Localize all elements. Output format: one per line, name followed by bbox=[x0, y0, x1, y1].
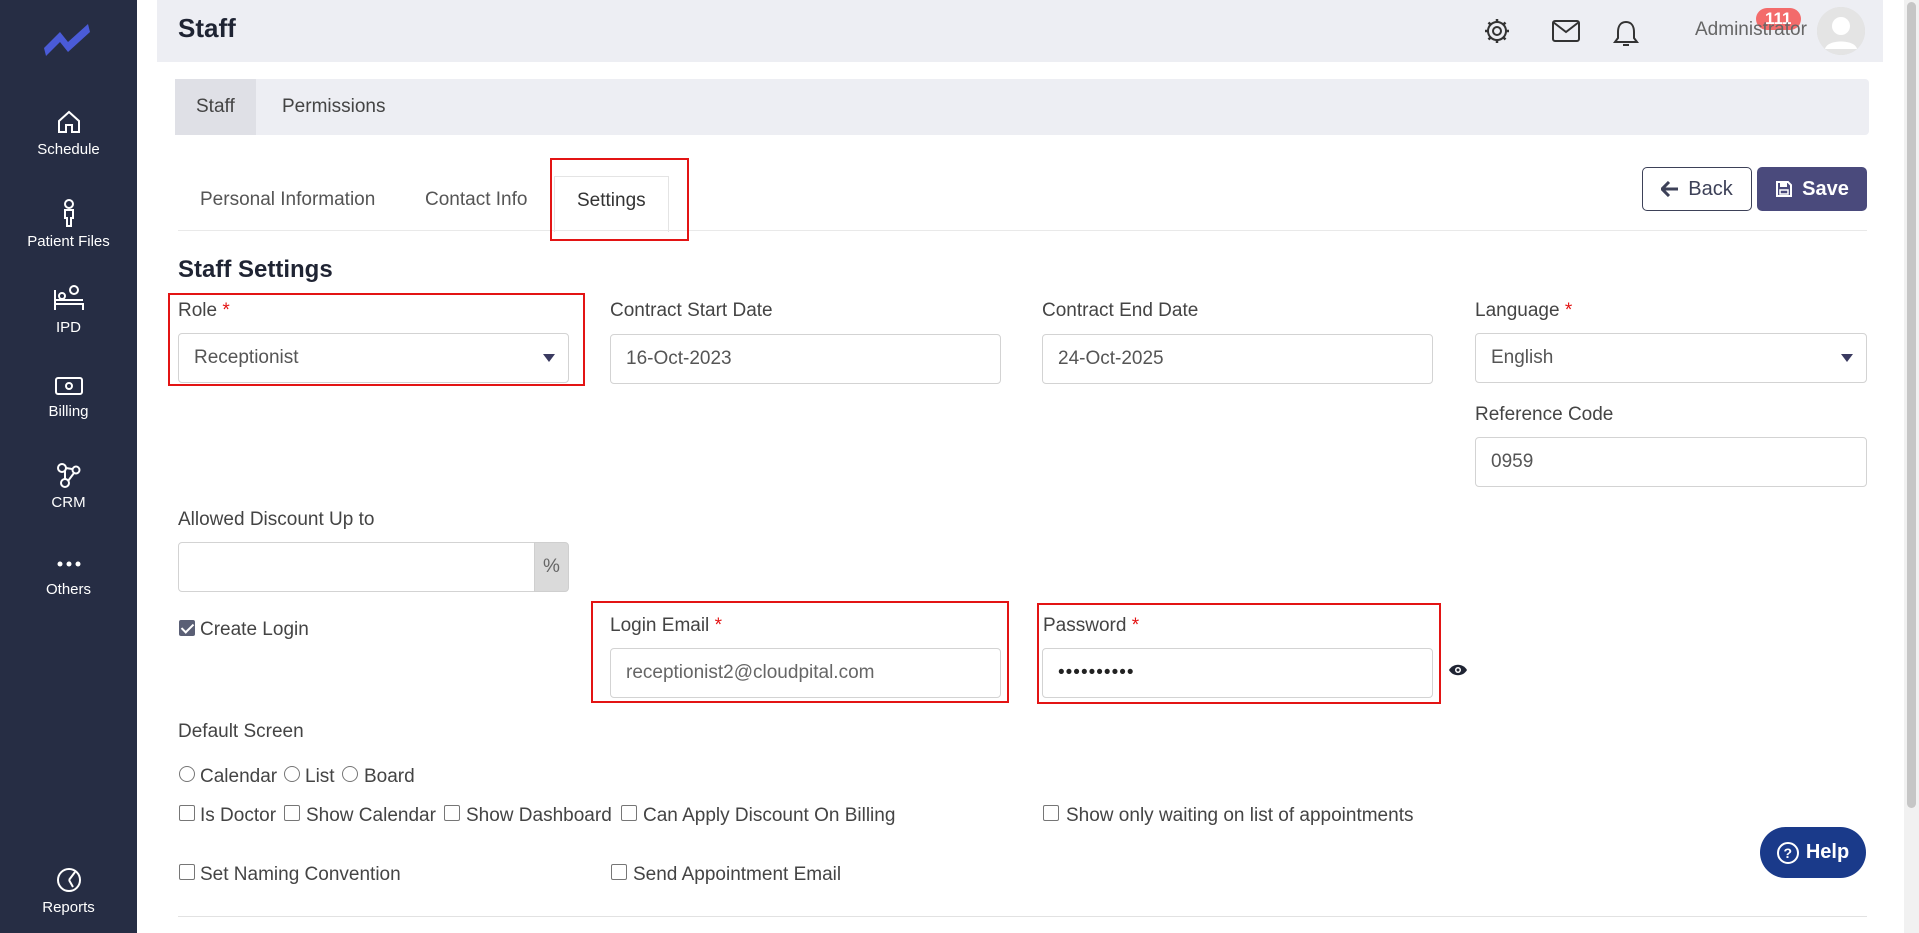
sidebar-item-others[interactable]: Others bbox=[0, 552, 137, 598]
percent-addon: % bbox=[534, 542, 569, 592]
eye-icon[interactable] bbox=[1448, 663, 1468, 677]
language-select[interactable]: English bbox=[1475, 333, 1867, 383]
board-radio[interactable] bbox=[342, 766, 358, 782]
show-calendar-label: Show Calendar bbox=[306, 805, 436, 826]
tab-permissions[interactable]: Permissions bbox=[261, 79, 406, 135]
create-login-label: Create Login bbox=[200, 619, 309, 640]
user-name[interactable]: Administrator bbox=[1695, 19, 1807, 41]
highlight-box bbox=[168, 293, 585, 386]
back-button[interactable]: Back bbox=[1642, 167, 1752, 211]
sidebar-item-billing[interactable]: Billing bbox=[0, 374, 137, 420]
sidebar-item-reports[interactable]: Reports bbox=[0, 866, 137, 916]
app-logo[interactable] bbox=[40, 18, 96, 56]
show-calendar-checkbox[interactable] bbox=[284, 805, 300, 821]
divider bbox=[178, 916, 1867, 917]
language-label: Language * bbox=[1475, 300, 1573, 321]
sidebar-item-schedule[interactable]: Schedule bbox=[0, 108, 137, 158]
more-icon bbox=[57, 561, 80, 567]
sidebar-item-label: Others bbox=[45, 581, 91, 598]
sidebar-item-label: IPD bbox=[55, 319, 81, 336]
sidebar-item-patient-files[interactable]: Patient Files bbox=[0, 198, 137, 250]
sidebar-item-ipd[interactable]: IPD bbox=[0, 284, 137, 336]
network-icon bbox=[56, 463, 80, 488]
bed-icon bbox=[53, 285, 84, 310]
sidebar-item-label: Schedule bbox=[37, 141, 100, 158]
language-value: English bbox=[1491, 347, 1554, 368]
sidebar-item-crm[interactable]: CRM bbox=[0, 461, 137, 511]
sidebar-item-label: CRM bbox=[51, 494, 86, 511]
show-dashboard-label: Show Dashboard bbox=[466, 805, 612, 826]
back-button-label: Back bbox=[1688, 177, 1733, 200]
tab-staff[interactable]: Staff bbox=[175, 79, 256, 135]
sidebar-item-label: Reports bbox=[42, 899, 95, 916]
list-radio[interactable] bbox=[284, 766, 300, 782]
is-doctor-checkbox[interactable] bbox=[179, 805, 195, 821]
highlight-box bbox=[550, 158, 689, 241]
board-radio-label: Board bbox=[364, 766, 415, 787]
question-icon: ? bbox=[1776, 841, 1799, 864]
sidebar: Schedule Patient Files IPD Billing CRM O… bbox=[0, 0, 137, 933]
calendar-radio-label: Calendar bbox=[200, 766, 278, 787]
page-title: Staff bbox=[178, 13, 236, 43]
set-naming-convention-label: Set Naming Convention bbox=[200, 864, 401, 885]
sidebar-item-label: Patient Files bbox=[27, 233, 110, 250]
scrollbar[interactable] bbox=[1904, 0, 1919, 933]
show-dashboard-checkbox[interactable] bbox=[444, 805, 460, 821]
sidebar-item-label: Billing bbox=[48, 403, 89, 420]
show-only-waiting-checkbox[interactable] bbox=[1043, 805, 1059, 821]
can-apply-discount-label: Can Apply Discount On Billing bbox=[643, 805, 896, 826]
allowed-discount-label: Allowed Discount Up to bbox=[178, 509, 375, 530]
save-button[interactable]: Save bbox=[1757, 167, 1867, 211]
user-avatar-icon bbox=[1817, 7, 1865, 55]
save-icon bbox=[1776, 181, 1793, 197]
is-doctor-label: Is Doctor bbox=[200, 805, 277, 826]
scrollbar-thumb[interactable] bbox=[1907, 2, 1916, 808]
money-icon bbox=[54, 377, 83, 395]
avatar[interactable] bbox=[1817, 7, 1865, 55]
show-only-waiting-label: Show only waiting on list of appointment… bbox=[1066, 805, 1414, 826]
tab-personal-information[interactable]: Personal Information bbox=[178, 176, 397, 232]
allowed-discount-input[interactable] bbox=[178, 542, 535, 592]
mail-icon[interactable] bbox=[1551, 19, 1581, 43]
list-radio-label: List bbox=[305, 766, 335, 787]
contract-start-label: Contract Start Date bbox=[610, 300, 773, 321]
pie-chart-icon bbox=[56, 868, 81, 892]
top-tabs: Staff Permissions bbox=[175, 79, 1869, 135]
set-naming-convention-checkbox[interactable] bbox=[179, 864, 195, 880]
chevron-down-icon bbox=[1841, 354, 1853, 362]
contract-end-label: Contract End Date bbox=[1042, 300, 1199, 321]
bell-icon[interactable] bbox=[1612, 19, 1640, 49]
highlight-box bbox=[1037, 603, 1441, 704]
page-header: Staff 111 Administrator bbox=[157, 0, 1883, 62]
highlight-box bbox=[591, 601, 1009, 703]
send-appointment-email-checkbox[interactable] bbox=[611, 864, 627, 880]
person-icon bbox=[63, 199, 74, 227]
send-appointment-email-label: Send Appointment Email bbox=[633, 864, 842, 885]
section-title: Staff Settings bbox=[178, 256, 333, 283]
home-icon bbox=[57, 110, 80, 133]
arrow-left-icon bbox=[1661, 181, 1679, 197]
reference-code-label: Reference Code bbox=[1475, 404, 1614, 425]
contract-end-input[interactable]: 24-Oct-2025 bbox=[1042, 334, 1433, 384]
reference-code-input[interactable]: 0959 bbox=[1475, 437, 1867, 487]
contract-start-input[interactable]: 16-Oct-2023 bbox=[610, 334, 1001, 384]
tab-contact-info[interactable]: Contact Info bbox=[403, 176, 549, 232]
create-login-checkbox[interactable] bbox=[179, 620, 195, 636]
default-screen-label: Default Screen bbox=[178, 721, 304, 742]
save-button-label: Save bbox=[1802, 177, 1849, 200]
help-label: Help bbox=[1805, 841, 1850, 863]
gear-icon[interactable] bbox=[1483, 17, 1511, 45]
help-button[interactable]: ? Help bbox=[1760, 827, 1866, 878]
tab-divider bbox=[178, 230, 1867, 231]
can-apply-discount-checkbox[interactable] bbox=[621, 805, 637, 821]
calendar-radio[interactable] bbox=[179, 766, 195, 782]
